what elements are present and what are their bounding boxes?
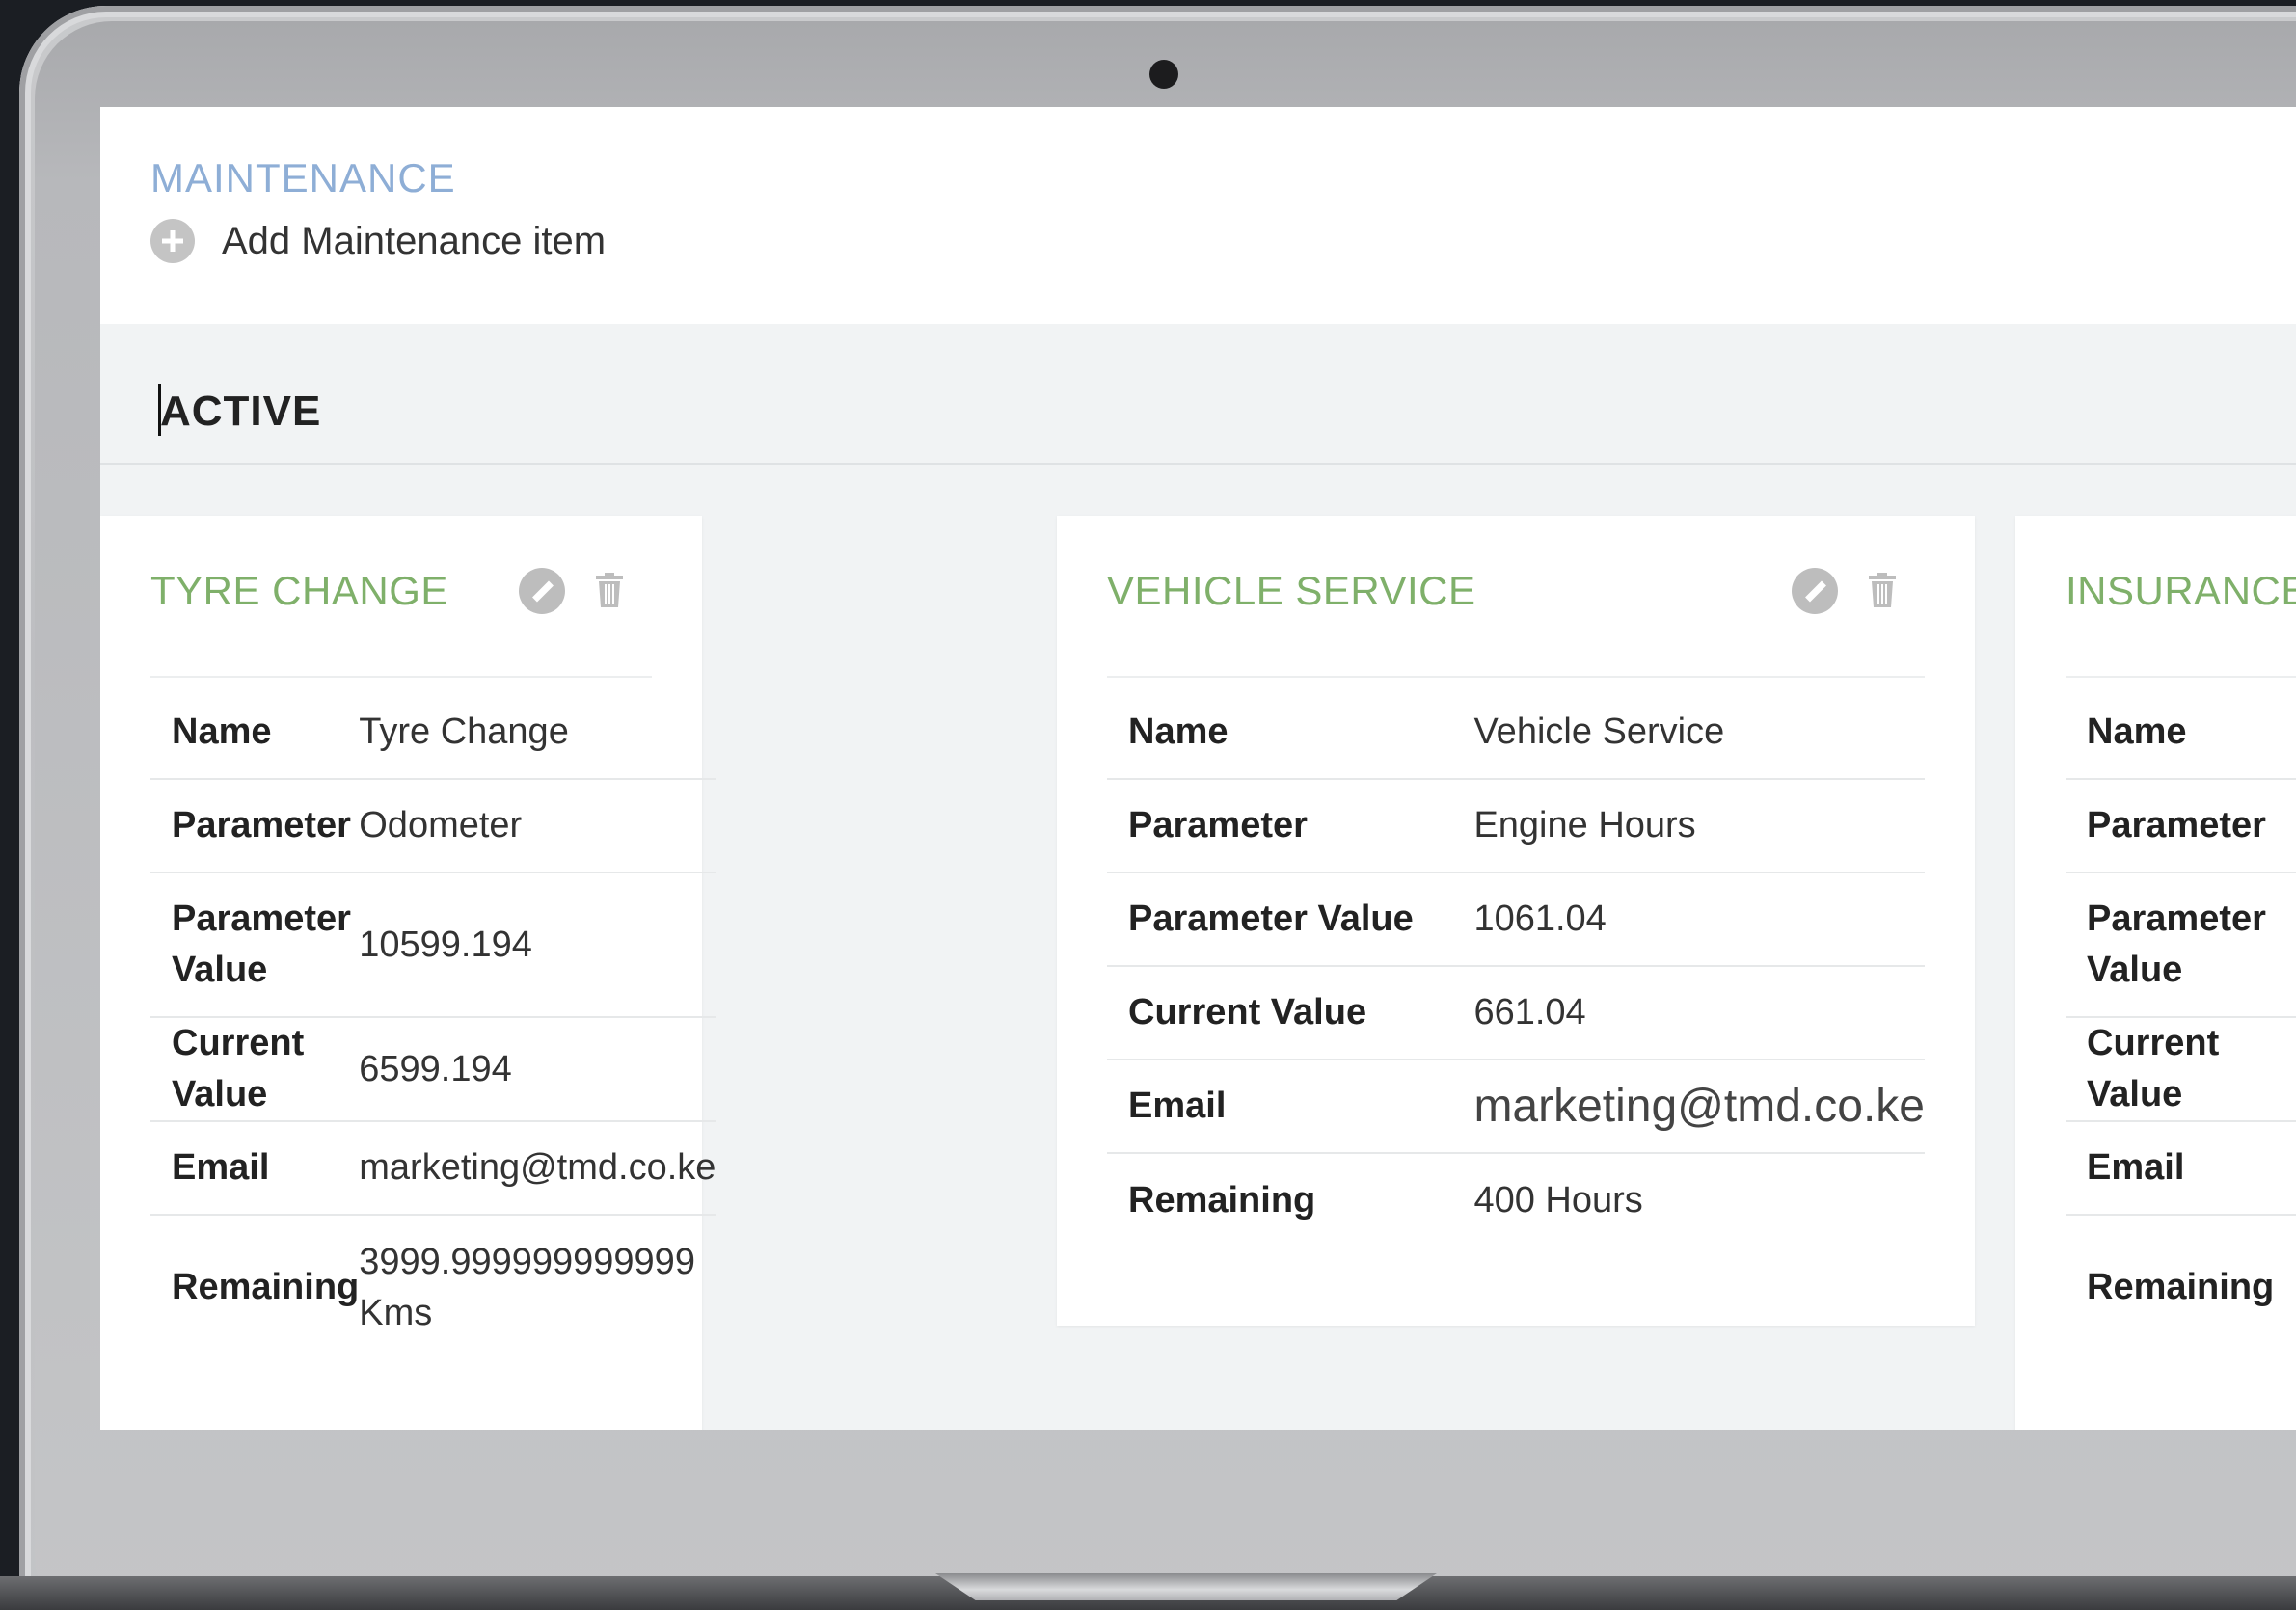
table-row: Name xyxy=(2066,685,2296,780)
section-title: MAINTENANCE xyxy=(150,155,456,201)
table-row: Parameter Engine Hours xyxy=(1107,779,1925,873)
row-value: 3999.999999999999 Kms xyxy=(359,1241,695,1333)
table-row: Parameter Value 10599.194 xyxy=(150,872,716,1018)
row-value: Tyre Change xyxy=(359,685,716,780)
screen: MAINTENANCE Add Maintenance item ACTIVE … xyxy=(100,107,2296,1430)
row-key: Current Value xyxy=(2066,1017,2296,1122)
maintenance-card-insurance: INSURANCE Name Parameter Parameter Value… xyxy=(2015,516,2296,1430)
maintenance-card-tyre-change: TYRE CHANGE Name Tyre Change Parameter Odo… xyxy=(100,516,716,1430)
table-row: Current Value xyxy=(2066,1017,2296,1122)
card-title: INSURANCE xyxy=(2066,568,2296,613)
table-row: Name Vehicle Service xyxy=(1107,685,1925,780)
card-divider xyxy=(150,676,652,678)
card-title: VEHICLE SERVICE xyxy=(1107,568,1476,613)
table-row: Email marketing@tmd.co.ke xyxy=(1107,1060,1925,1154)
edit-icon[interactable] xyxy=(519,568,565,614)
table-row: Remaining 400 Hours xyxy=(1107,1153,1925,1247)
card-header: TYRE CHANGE xyxy=(150,564,652,618)
table-row: Name Tyre Change xyxy=(150,685,716,780)
row-key: Name xyxy=(150,685,360,780)
table-row: Email marketing@tmd.co.ke xyxy=(150,1121,716,1216)
table-row: Email xyxy=(2066,1121,2296,1216)
table-row: Parameter Odometer xyxy=(150,779,716,873)
row-value: Odometer xyxy=(359,779,716,873)
add-maintenance-label[interactable]: Add Maintenance item xyxy=(222,220,606,263)
table-row: Remaining 3999.999999999999 Kms xyxy=(150,1215,716,1359)
row-value: Vehicle Service xyxy=(1473,685,1925,780)
status-label: ACTIVE xyxy=(160,388,322,435)
row-value: Engine Hours xyxy=(1473,779,1925,873)
row-key: Parameter Value xyxy=(2066,872,2296,1018)
row-value: 10599.194 xyxy=(359,872,716,1018)
row-value: marketing@tmd.co.ke xyxy=(1473,1060,1925,1154)
row-value: 661.04 xyxy=(1473,966,1925,1060)
card-actions xyxy=(1792,568,1898,614)
row-key: Name xyxy=(1107,685,1474,780)
row-key: Parameter xyxy=(1107,779,1474,873)
row-value: marketing@tmd.co.ke xyxy=(359,1121,716,1216)
maintenance-card-vehicle-service: VEHICLE SERVICE Name Vehicle Service Para… xyxy=(1057,516,1975,1326)
row-key: Email xyxy=(2066,1121,2296,1216)
row-key: Email xyxy=(150,1121,360,1216)
edit-icon[interactable] xyxy=(1792,568,1838,614)
table-row: Parameter Value 1061.04 xyxy=(1107,872,1925,967)
row-key: Email xyxy=(1107,1060,1474,1154)
row-key: Parameter xyxy=(150,779,360,873)
card-actions xyxy=(519,568,625,614)
row-key: Remaining xyxy=(172,1267,360,1307)
row-key: Parameter Value xyxy=(150,872,360,1018)
card-header: INSURANCE xyxy=(2066,564,2296,618)
table-row: Parameter Value xyxy=(2066,872,2296,1018)
laptop-hinge xyxy=(935,1573,1437,1600)
card-grid: TYRE CHANGE Name Tyre Change Parameter Odo… xyxy=(100,465,2296,1430)
row-value: 6599.194 xyxy=(359,1017,716,1122)
row-key: Parameter xyxy=(2066,779,2296,873)
table-row: Parameter xyxy=(2066,779,2296,873)
status-tab-bar: ACTIVE xyxy=(100,324,2296,465)
details-table: Name Parameter Parameter Value Current V… xyxy=(2066,685,2296,1359)
card-divider xyxy=(1107,676,1925,678)
plus-circle-icon[interactable] xyxy=(150,219,195,263)
row-value: 1061.04 xyxy=(1473,872,1925,967)
row-key: Current Value xyxy=(150,1017,360,1122)
table-row: Remaining xyxy=(2066,1215,2296,1359)
card-divider xyxy=(2066,676,2296,678)
row-key: Name xyxy=(2066,685,2296,780)
row-value: 400 Hours xyxy=(1473,1179,1643,1221)
row-key: Current Value xyxy=(1107,966,1474,1060)
text-caret xyxy=(158,384,161,436)
card-header: VEHICLE SERVICE xyxy=(1107,564,1925,618)
table-row: Current Value 661.04 xyxy=(1107,966,1925,1060)
table-row: Current Value 6599.194 xyxy=(150,1017,716,1122)
card-title: TYRE CHANGE xyxy=(150,568,448,613)
row-key: Remaining xyxy=(2087,1267,2275,1307)
details-table: Name Tyre Change Parameter Odometer Parame… xyxy=(150,685,716,1359)
row-key: Parameter Value xyxy=(1107,872,1474,967)
page-header: MAINTENANCE Add Maintenance item xyxy=(100,107,2296,324)
details-table: Name Vehicle Service Parameter Engine Hour… xyxy=(1107,685,1925,1247)
trash-icon[interactable] xyxy=(1867,573,1898,609)
trash-icon[interactable] xyxy=(594,573,625,609)
row-key: Remaining xyxy=(1128,1179,1316,1221)
add-maintenance-button[interactable]: Add Maintenance item xyxy=(150,219,2296,263)
camera-icon xyxy=(1149,60,1178,89)
